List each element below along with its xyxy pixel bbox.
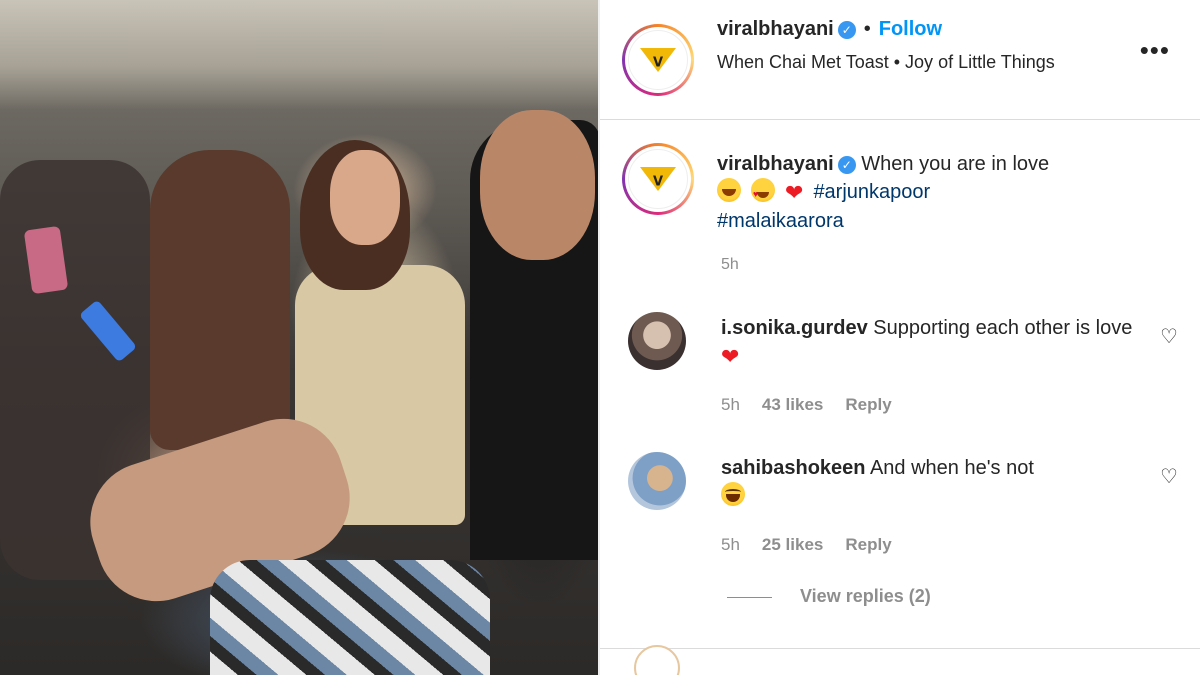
post-photo xyxy=(0,0,600,675)
hashtag-link[interactable]: #malaikaarora xyxy=(717,210,844,232)
photo-canopy xyxy=(0,0,600,110)
header-username[interactable]: viralbhayani xyxy=(717,18,834,40)
laughing-tears-emoji-icon xyxy=(721,482,745,506)
comment-timestamp[interactable]: 5h xyxy=(721,395,740,414)
comment-avatar[interactable] xyxy=(628,312,686,370)
caption-username[interactable]: viralbhayani xyxy=(717,153,834,175)
like-comment-heart-icon[interactable]: ♡ xyxy=(1158,326,1180,348)
comment-body: Supporting each other is love xyxy=(873,317,1133,339)
profile-avatar[interactable]: V xyxy=(622,24,694,96)
comment-username[interactable]: sahibashokeen xyxy=(721,457,866,479)
caption-timestamp[interactable]: 5h xyxy=(721,256,739,274)
view-replies-line xyxy=(727,597,772,598)
comment-likes[interactable]: 43 likes xyxy=(762,395,823,414)
header-separator: • xyxy=(863,18,871,40)
hashtag-link[interactable]: #arjunkapoor xyxy=(813,181,930,203)
heart-eyes-emoji-icon xyxy=(751,178,775,208)
reply-button[interactable]: Reply xyxy=(845,395,891,414)
header-audio-label[interactable]: When Chai Met Toast • Joy of Little Thin… xyxy=(717,50,1117,75)
comment-avatar[interactable] xyxy=(628,452,686,510)
comment-timestamp[interactable]: 5h xyxy=(721,535,740,554)
follow-button[interactable]: Follow xyxy=(879,18,942,40)
photo-person xyxy=(480,110,595,260)
next-comment-avatar xyxy=(634,645,680,675)
like-comment-heart-icon[interactable]: ♡ xyxy=(1158,466,1180,488)
view-replies-button[interactable]: View replies (2) xyxy=(800,586,931,607)
reply-button[interactable]: Reply xyxy=(845,535,891,554)
caption-text: viralbhayani✓ When you are in love ❤ #arj… xyxy=(717,150,1167,235)
red-heart-emoji-icon: ❤ xyxy=(721,344,740,369)
photo-person xyxy=(210,560,490,675)
smiling-face-hearts-emoji-icon xyxy=(717,178,741,202)
caption-avatar[interactable]: V xyxy=(622,143,694,215)
caption-body: When you are in love xyxy=(861,153,1050,175)
photo-person xyxy=(150,150,290,450)
comment-meta: 5h 43 likes Reply xyxy=(721,395,914,415)
more-options-icon[interactable]: ••• xyxy=(1140,37,1170,63)
viral-logo-icon: V xyxy=(652,55,664,71)
comment-body: And when he's not xyxy=(869,457,1034,479)
comment-likes[interactable]: 25 likes xyxy=(762,535,823,554)
comments-bottom-border xyxy=(600,648,1200,649)
red-heart-emoji-icon: ❤ xyxy=(785,180,804,205)
post-side-panel: V viralbhayani ✓ • Follow When Chai Met Toa… xyxy=(600,0,1200,675)
post-header: V viralbhayani ✓ • Follow When Chai Met Toa… xyxy=(600,0,1200,120)
verified-badge-icon: ✓ xyxy=(837,21,856,39)
viral-logo-icon: V xyxy=(652,174,664,190)
verified-badge-icon: ✓ xyxy=(837,156,856,174)
comment-text: sahibashokeen And when he's not xyxy=(721,454,1141,510)
comment-meta: 5h 25 likes Reply xyxy=(721,535,914,555)
comment-text: i.sonika.gurdev Supporting each other is… xyxy=(721,314,1141,371)
photo-person xyxy=(330,150,400,245)
comment-username[interactable]: i.sonika.gurdev xyxy=(721,317,868,339)
